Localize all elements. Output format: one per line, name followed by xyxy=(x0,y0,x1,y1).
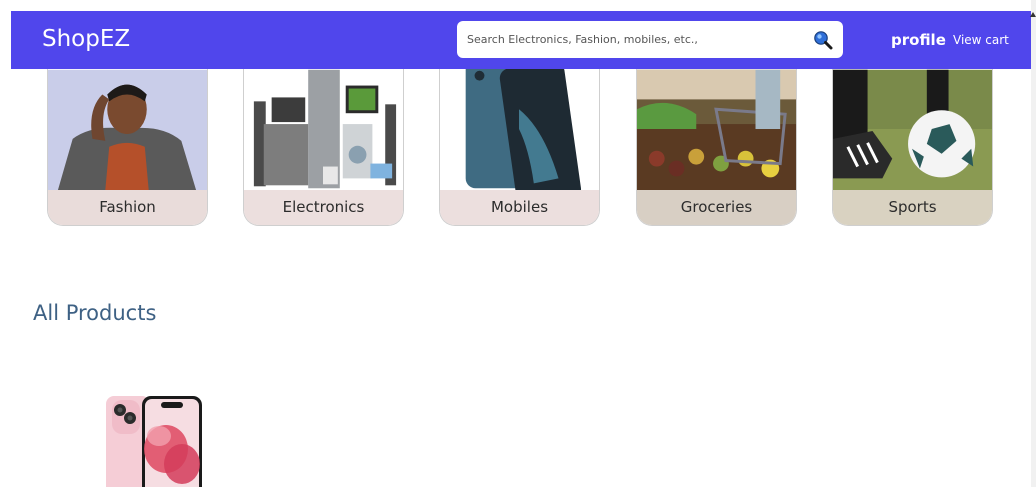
navbar: ShopEZ profile View cart xyxy=(11,11,1031,69)
scroll-up-arrow-icon[interactable] xyxy=(1030,12,1036,17)
category-card-mobiles[interactable]: Mobiles xyxy=(439,69,600,226)
category-label: Electronics xyxy=(244,190,403,225)
category-card-groceries[interactable]: Groceries xyxy=(636,69,797,226)
sports-image xyxy=(833,69,992,191)
search-bar xyxy=(457,21,843,58)
profile-link[interactable]: profile xyxy=(891,31,946,49)
page-scrollbar[interactable] xyxy=(1030,0,1036,487)
electronics-image xyxy=(244,69,403,191)
category-label: Sports xyxy=(833,190,992,225)
category-label: Groceries xyxy=(637,190,796,225)
view-cart-link[interactable]: View cart xyxy=(953,33,1009,47)
groceries-image xyxy=(637,69,796,191)
category-card-electronics[interactable]: Electronics xyxy=(243,69,404,226)
search-input[interactable] xyxy=(457,21,807,58)
brand-logo[interactable]: ShopEZ xyxy=(42,26,130,52)
all-products-heading: All Products xyxy=(33,301,157,325)
category-card-fashion[interactable]: Fashion xyxy=(47,69,208,226)
product-image-phone[interactable] xyxy=(104,394,204,487)
mobiles-image xyxy=(440,69,599,191)
search-icon[interactable] xyxy=(813,30,833,50)
page: ShopEZ profile View cart Fashion xyxy=(0,0,1036,487)
category-label: Mobiles xyxy=(440,190,599,225)
fashion-image xyxy=(48,69,207,191)
category-label: Fashion xyxy=(48,190,207,225)
category-card-sports[interactable]: Sports xyxy=(832,69,993,226)
